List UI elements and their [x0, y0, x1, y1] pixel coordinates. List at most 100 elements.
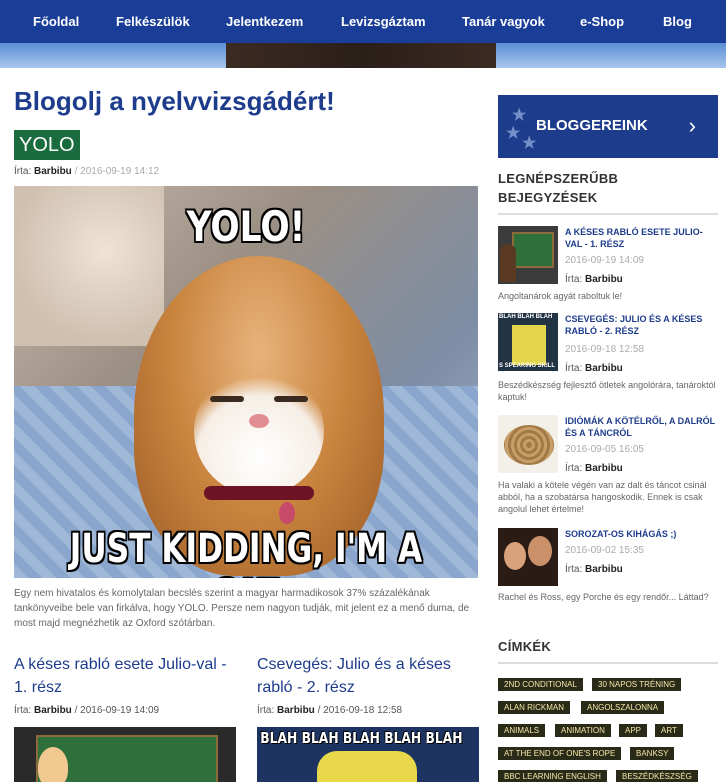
spongebob-figure: [317, 751, 417, 782]
post-card[interactable]: A késes rabló esete Julio-val - 1. rész …: [14, 653, 236, 782]
popular-post-byline: Írta: Barbibu: [565, 564, 623, 575]
cat-bell: [279, 502, 295, 524]
tag-link[interactable]: 2ND CONDITIONAL: [498, 678, 583, 691]
popular-post-date: 2016-09-05 16:05: [565, 444, 644, 455]
tag-link[interactable]: AT THE END OF ONE'S ROPE: [498, 747, 622, 760]
cat-eye-right: [274, 396, 308, 402]
post-card-byline: Írta: Barbibu / 2016-09-18 12:58: [257, 705, 479, 716]
top-navigation: Főoldal Felkészülök Jelentkezem Levizsgá…: [0, 0, 726, 68]
popular-post-title[interactable]: IDIÓMÁK A KÖTÉLRŐL, A DALRÓL ÉS A TÁNCRÓ…: [565, 415, 719, 439]
popular-post-byline: Írta: Barbibu: [565, 274, 623, 285]
tag-link[interactable]: BANKSY: [630, 747, 675, 760]
post-card[interactable]: Csevegés: Julio és a késes rabló - 2. ré…: [257, 653, 479, 782]
post-card-byline: Írta: Barbibu / 2016-09-19 14:09: [14, 705, 236, 716]
popular-posts-heading: LEGNÉPSZERŰBB BEJEGYZÉSEK: [498, 171, 619, 205]
popular-post-date: 2016-09-19 14:09: [565, 255, 644, 266]
post-title-badge[interactable]: YOLO: [14, 130, 80, 160]
divider: [498, 662, 718, 664]
cat-face: [194, 366, 324, 496]
popular-post-author[interactable]: Barbibu: [585, 274, 623, 285]
star-icon: ★: [506, 125, 521, 142]
tag-link[interactable]: 30 NAPOS TRÉNING: [592, 678, 682, 691]
popular-post-author[interactable]: Barbibu: [585, 564, 623, 575]
post-byline: Írta: Barbibu / 2016-09-19 14:12: [14, 166, 159, 177]
teacher-figure: [38, 747, 68, 782]
popular-post-date: 2016-09-02 15:35: [565, 545, 644, 556]
byline-prefix: Írta:: [14, 166, 32, 177]
tag-link[interactable]: APP: [619, 724, 648, 737]
nav-item-fooldal[interactable]: Főoldal: [33, 0, 79, 43]
nav-item-jelentkezem[interactable]: Jelentkezem: [226, 0, 303, 43]
popular-post-date: 2016-09-18 12:58: [565, 344, 644, 355]
star-icon: ★: [522, 135, 537, 152]
popular-post-excerpt: Angoltanárok agyát raboltuk le!: [498, 291, 623, 301]
popular-post-excerpt: Rachel és Ross, egy Porche és egy rendőr…: [498, 592, 709, 602]
cat-collar: [204, 486, 314, 500]
popular-post-thumbnail[interactable]: [498, 528, 558, 586]
bloggers-button-label: BLOGGEREINK: [536, 117, 648, 134]
tag-link[interactable]: BESZÉDKÉSZSÉG: [616, 770, 698, 782]
nav-item-eshop[interactable]: e-Shop: [580, 0, 624, 43]
bloggers-button[interactable]: ★ ★ ★ BLOGGEREINK ›: [498, 95, 718, 158]
post-author[interactable]: Barbibu: [34, 166, 72, 177]
byline-separator: /: [317, 705, 321, 716]
popular-post-byline: Írta: Barbibu: [565, 363, 623, 374]
tags-heading: CÍMKÉK: [498, 639, 552, 654]
face-right: [528, 536, 552, 566]
byline-prefix: Írta:: [565, 564, 583, 575]
post-card-date: 2016-09-18 12:58: [323, 705, 403, 716]
thumbnail-meme-text: BLAH BLAH BLAH BLAH BLAH: [260, 729, 463, 747]
spongebob-figure: [512, 325, 546, 365]
byline-separator: /: [74, 166, 78, 177]
post-hero-image[interactable]: YOLO! JUST KIDDING, I'M A CAT: [14, 186, 478, 578]
post-card-thumbnail[interactable]: BLAH BLAH BLAH BLAH BLAH: [257, 727, 479, 782]
star-icon: ★: [512, 107, 527, 124]
post-card-thumbnail[interactable]: [14, 727, 236, 782]
popular-post-author[interactable]: Barbibu: [585, 363, 623, 374]
popular-post-excerpt: Ha valaki a kötele végén van az dalt és …: [498, 480, 707, 514]
popular-post-title[interactable]: CSEVEGÉS: JULIO ÉS A KÉSES RABLÓ - 2. RÉ…: [565, 313, 719, 337]
byline-prefix: Írta:: [565, 463, 583, 474]
nav-item-levizsgaztam[interactable]: Levizsgáztam: [341, 0, 426, 43]
sidebar: ★ ★ ★ BLOGGEREINK › LEGNÉPSZERŰBB BEJEGY…: [498, 68, 720, 782]
post-card-title[interactable]: A késes rabló esete Julio-val - 1. rész: [14, 653, 236, 699]
popular-post-thumbnail[interactable]: [498, 415, 558, 473]
tag-link[interactable]: ALAN RICKMAN: [498, 701, 571, 714]
post-card-title[interactable]: Csevegés: Julio és a késes rabló - 2. ré…: [257, 653, 479, 699]
nav-item-felkeszulok[interactable]: Felkészülök: [116, 0, 190, 43]
cat-nose: [249, 414, 269, 428]
popular-post-thumbnail[interactable]: [498, 226, 558, 284]
page-title: Blogolj a nyelvvizsgádért!: [14, 86, 335, 116]
nav-item-blog[interactable]: Blog: [663, 0, 692, 43]
meme-bottom-text: JUST KIDDING, I'M A CAT: [69, 526, 423, 578]
byline-prefix: Írta:: [257, 705, 275, 716]
byline-prefix: Írta:: [565, 274, 583, 285]
rope-coil: [504, 425, 554, 465]
tag-link[interactable]: BBC LEARNING ENGLISH: [498, 770, 607, 782]
nav-menu: Főoldal Felkészülök Jelentkezem Levizsgá…: [0, 0, 726, 43]
header-banner-image: [226, 43, 496, 68]
post-card-author[interactable]: Barbibu: [277, 705, 315, 716]
byline-prefix: Írta:: [565, 363, 583, 374]
tag-link[interactable]: ANIMATION: [555, 724, 611, 737]
thumbnail-top-text: BLAH BLAH BLAH: [499, 314, 553, 320]
tag-link[interactable]: ANGOLSZALONNA: [581, 701, 665, 714]
popular-post-title[interactable]: SOROZAT-OS KIHÁGÁS ;): [565, 528, 719, 540]
post-card-author[interactable]: Barbibu: [34, 705, 72, 716]
post-excerpt: Egy nem hivatalos és komolytalan becslés…: [14, 588, 470, 629]
teacher-figure: [500, 244, 516, 282]
post-card-date: 2016-09-19 14:09: [80, 705, 160, 716]
popular-post-author[interactable]: Barbibu: [585, 463, 623, 474]
nav-item-tanar-vagyok[interactable]: Tanár vagyok: [462, 0, 545, 43]
tag-link[interactable]: ART: [655, 724, 683, 737]
popular-post-title[interactable]: A KÉSES RABLÓ ESETE JULIO-VAL - 1. RÉSZ: [565, 226, 719, 250]
popular-post-excerpt: Beszédkészség fejlesztő ötletek angolórá…: [498, 380, 716, 402]
chalkboard: [512, 232, 554, 268]
byline-prefix: Írta:: [14, 705, 32, 716]
cat-eye-left: [210, 396, 244, 402]
byline-separator: /: [74, 705, 78, 716]
divider: [498, 213, 718, 215]
main-column: Blogolj a nyelvvizsgádért! YOLO Írta: Ba…: [2, 68, 490, 782]
popular-post-thumbnail[interactable]: BLAH BLAH BLAH S SPEAKING SKILL: [498, 313, 558, 371]
tag-link[interactable]: ANIMALS: [498, 724, 546, 737]
